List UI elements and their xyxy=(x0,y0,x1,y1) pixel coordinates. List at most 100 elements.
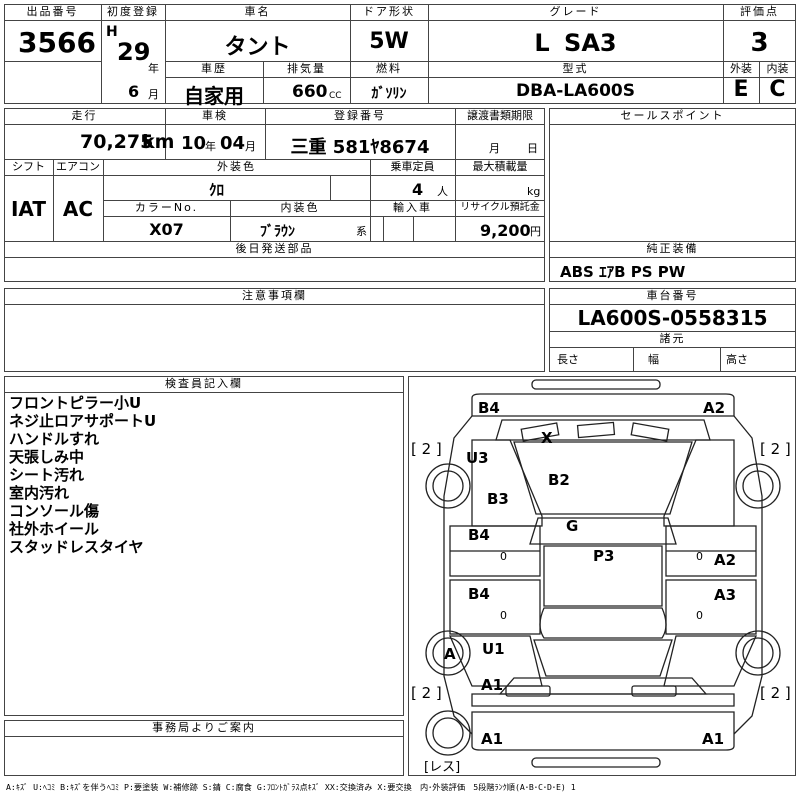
mark-rear-door-left-num: 0 xyxy=(500,609,507,622)
divider xyxy=(549,304,796,305)
int-color-label: 内装色 xyxy=(280,201,320,214)
first-reg-label: 初度登録 xyxy=(107,5,159,18)
rear-roof xyxy=(539,607,667,639)
height-label: 高さ xyxy=(726,353,748,366)
car-diagram xyxy=(425,379,781,768)
inspector-label: 検査員記入欄 xyxy=(165,377,243,390)
lot-no-label: 出品番号 xyxy=(26,5,79,18)
model-label: 型式 xyxy=(562,62,589,75)
fuel: ｶﾞｿﾘﾝ xyxy=(371,86,407,102)
divider xyxy=(101,4,102,104)
list-item: 室内汚れ xyxy=(9,484,70,502)
divider xyxy=(4,257,545,258)
plate: 三重 581ﾔ8674 xyxy=(290,137,430,158)
mark-rear-door-right: A3 xyxy=(714,586,737,604)
mark-hood: B2 xyxy=(548,471,570,489)
divider xyxy=(633,347,634,372)
score: 3 xyxy=(750,28,769,58)
model: DBA-LA600S xyxy=(516,81,635,101)
recycle-label: リサイクル預託金 xyxy=(460,202,540,213)
divider xyxy=(549,347,796,348)
divider xyxy=(413,216,414,241)
displacement: 660 xyxy=(292,82,328,102)
mark-rear-pillar-left: U1 xyxy=(482,640,505,658)
mark-fender-left: B3 xyxy=(487,490,509,508)
recycle: 9,200 xyxy=(480,221,531,240)
chassis-number: LA600S-0558315 xyxy=(577,306,768,330)
sales-points-label: セールスポイント xyxy=(620,109,725,122)
transfer-label: 譲渡書類期限 xyxy=(467,109,533,122)
wiper-center xyxy=(576,421,616,439)
interior-label: 内装 xyxy=(766,62,789,75)
mileage-unit: km xyxy=(142,131,175,153)
footer-legend: A:ｷｽﾞ U:ﾍｺﾐ B:ｷｽﾞを伴うﾍｺﾐ P:要塗装 W:補修跡 S:錆 … xyxy=(6,782,576,792)
year-unit: 年 xyxy=(148,62,159,75)
mark-front-door-left-num: 0 xyxy=(500,550,507,563)
divider xyxy=(720,347,721,372)
ext-color: ｸﾛ xyxy=(208,181,224,199)
mark-cabin: P3 xyxy=(593,547,615,565)
hood xyxy=(513,441,693,515)
recycle-unit: 円 xyxy=(530,225,541,238)
shift: IAT xyxy=(10,197,46,221)
color-no: X07 xyxy=(149,220,184,239)
inspection-year: 10 xyxy=(181,133,207,154)
fuel-label: 燃料 xyxy=(376,62,402,75)
lot-no: 3566 xyxy=(18,26,96,59)
door: 5W xyxy=(369,29,409,54)
history: 自家用 xyxy=(184,84,244,108)
list-item: 天張しみ中 xyxy=(9,448,85,466)
int-color-suffix: 系 xyxy=(356,225,367,238)
divider xyxy=(455,108,456,241)
import-label: 輸入車 xyxy=(393,201,432,214)
mark-front-door-left: B4 xyxy=(468,526,490,544)
door-label: ドア形状 xyxy=(363,5,415,18)
displacement-label: 排気量 xyxy=(287,62,326,75)
wiper-right xyxy=(630,422,670,442)
divider xyxy=(4,20,796,21)
divider xyxy=(383,216,384,241)
exterior-label: 外装 xyxy=(730,62,752,75)
mark-rear-wheel-left: A xyxy=(444,645,456,663)
shift-label: シフト xyxy=(12,160,45,173)
capacity-label: 乗車定員 xyxy=(390,160,435,173)
tread-front-right: [ 2 ] xyxy=(760,440,791,458)
list-item: フロントピラー小U xyxy=(9,394,142,412)
mark-rear-bumper-right: A1 xyxy=(702,730,725,748)
car-name-label: 車名 xyxy=(244,5,271,18)
divider xyxy=(549,257,796,258)
width-label: 幅 xyxy=(648,353,659,366)
divider xyxy=(165,77,796,78)
mark-pillar-left: U3 xyxy=(466,449,489,467)
max-load-label: 最大積載量 xyxy=(472,160,528,173)
front-lip xyxy=(531,379,661,390)
mark-front-door-right: A2 xyxy=(714,551,737,569)
roof xyxy=(529,517,677,545)
office-label: 事務局よりご案内 xyxy=(152,721,256,734)
tread-rear-right: [ 2 ] xyxy=(760,684,791,702)
divider xyxy=(4,175,545,176)
ext-color-label: 外装色 xyxy=(217,160,256,173)
divider xyxy=(4,61,101,62)
divider xyxy=(103,216,545,217)
divider xyxy=(4,124,545,125)
notes-label: 注意事項欄 xyxy=(242,289,307,302)
color-no-label: カラーNo. xyxy=(134,201,199,214)
chassis-label: 車台番号 xyxy=(646,289,699,302)
list-item: ネジ止ロアサポートU xyxy=(9,412,157,430)
rear-door-left xyxy=(449,579,541,635)
mark-rear-bumper-left: A1 xyxy=(481,730,504,748)
inspector-notes-list: フロントピラー小U ネジ止ロアサポートU ハンドルすれ 天張しみ中 シート汚れ … xyxy=(9,394,156,556)
length-label: 長さ xyxy=(557,353,579,366)
history-label: 車歴 xyxy=(201,62,227,75)
divider xyxy=(4,392,404,393)
divider xyxy=(330,175,331,200)
inspection-month-unit: 月 xyxy=(245,140,256,153)
interior-grade: C xyxy=(769,77,786,102)
max-load-unit: kg xyxy=(527,185,541,198)
grade: L SA3 xyxy=(534,29,617,57)
divider xyxy=(4,736,404,737)
later-parts-label: 後日発送部品 xyxy=(235,242,314,255)
rear-door-right xyxy=(665,579,757,635)
transfer-day-unit: 日 xyxy=(527,142,538,155)
